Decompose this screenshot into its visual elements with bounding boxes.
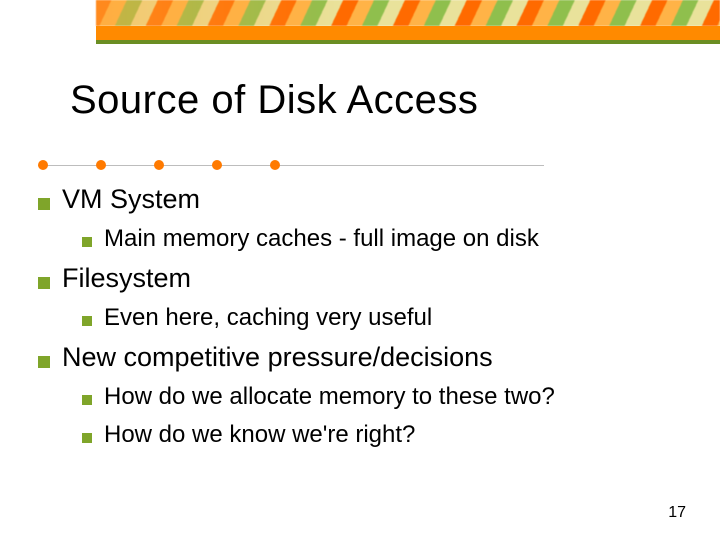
square-bullet-icon bbox=[38, 198, 50, 210]
square-bullet-icon bbox=[82, 395, 92, 405]
bullet-list: VM System Main memory caches - full imag… bbox=[38, 184, 688, 449]
square-bullet-icon bbox=[82, 316, 92, 326]
bullet-text: Filesystem bbox=[62, 263, 191, 294]
slide-title: Source of Disk Access bbox=[70, 78, 478, 123]
bullet-level2: How do we know we're right? bbox=[82, 421, 688, 449]
square-bullet-icon bbox=[82, 237, 92, 247]
dot-icon bbox=[38, 160, 48, 170]
top-banner bbox=[0, 0, 720, 44]
bullet-text: How do we allocate memory to these two? bbox=[104, 383, 555, 411]
page-number: 17 bbox=[668, 504, 686, 522]
bullet-level1: Filesystem bbox=[38, 263, 688, 294]
bullet-level2: How do we allocate memory to these two? bbox=[82, 383, 688, 411]
bullet-text: VM System bbox=[62, 184, 200, 215]
square-bullet-icon bbox=[82, 433, 92, 443]
banner-orange-bar bbox=[96, 26, 720, 40]
dot-icon bbox=[212, 160, 222, 170]
bullet-text: Main memory caches - full image on disk bbox=[104, 225, 539, 253]
banner-olive-line bbox=[96, 40, 720, 44]
bullet-text: New competitive pressure/decisions bbox=[62, 342, 493, 373]
dot-icon bbox=[96, 160, 106, 170]
bullet-level1: VM System bbox=[38, 184, 688, 215]
divider-rule bbox=[38, 160, 544, 172]
bullet-level1: New competitive pressure/decisions bbox=[38, 342, 688, 373]
bullet-level2: Even here, caching very useful bbox=[82, 304, 688, 332]
slide: Source of Disk Access VM System Main mem… bbox=[0, 0, 720, 540]
bullet-text: How do we know we're right? bbox=[104, 421, 415, 449]
square-bullet-icon bbox=[38, 356, 50, 368]
banner-image-strip bbox=[96, 0, 720, 26]
square-bullet-icon bbox=[38, 277, 50, 289]
dot-icon bbox=[154, 160, 164, 170]
divider-dots bbox=[38, 160, 280, 170]
bullet-text: Even here, caching very useful bbox=[104, 304, 432, 332]
bullet-level2: Main memory caches - full image on disk bbox=[82, 225, 688, 253]
dot-icon bbox=[270, 160, 280, 170]
